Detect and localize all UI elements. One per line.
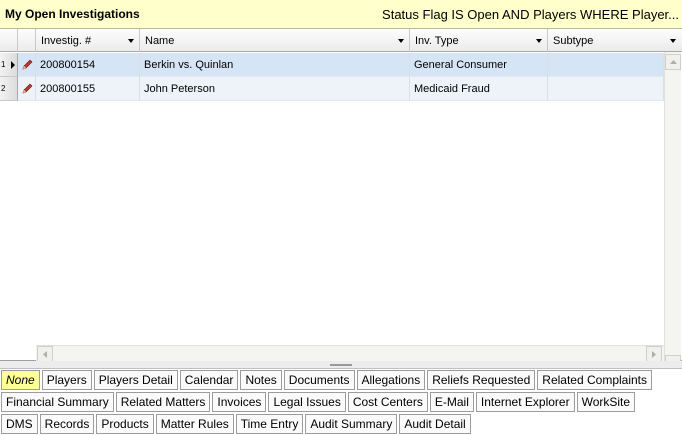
cell-name[interactable]: Berkin vs. Quinlan — [140, 53, 410, 77]
tab-row: Financial Summary Related Matters Invoices… — [1, 392, 682, 413]
table-row[interactable]: 1 200800154 Berkin vs. Quinlan General C… — [0, 53, 664, 77]
tab-related-matters[interactable]: Related Matters — [115, 392, 211, 412]
tab-worksite[interactable]: WorkSite — [576, 392, 636, 412]
tab-allegations[interactable]: Allegations — [356, 370, 426, 390]
tab-cost-centers[interactable]: Cost Centers — [347, 392, 428, 412]
grid-header: Investig. # Name Inv. Type Subtype — [0, 29, 682, 52]
chevron-down-icon[interactable] — [670, 39, 676, 43]
tab-related-complaints[interactable]: Related Complaints — [537, 370, 652, 390]
table-row[interactable]: 2 200800155 John Peterson Medicaid Fraud — [0, 77, 664, 101]
filter-description[interactable]: Status Flag IS Open AND Players WHERE Pl… — [382, 7, 679, 22]
row-number: 1 — [1, 60, 6, 69]
tab-reliefs-requested[interactable]: Reliefs Requested — [427, 370, 536, 390]
tab-row: None Players Players Detail Calendar Notes Do… — [1, 370, 682, 391]
row-selector[interactable]: 2 — [0, 77, 18, 101]
pencil-icon[interactable] — [18, 53, 36, 77]
chevron-down-icon[interactable] — [128, 39, 134, 43]
scroll-left-button[interactable] — [37, 346, 53, 362]
cell-investig-number[interactable]: 200800154 — [36, 53, 140, 77]
cell-name[interactable]: John Peterson — [140, 77, 410, 101]
tab-legal-issues[interactable]: Legal Issues — [268, 392, 346, 412]
tab-time-entry[interactable]: Time Entry — [235, 414, 304, 434]
row-selector[interactable]: 1 — [0, 53, 18, 77]
column-header-label: Investig. # — [41, 34, 92, 47]
detail-tabs: None Players Players Detail Calendar Notes Do… — [0, 369, 682, 435]
page-title: My Open Investigations — [5, 7, 140, 21]
cell-inv-type[interactable]: General Consumer — [410, 53, 548, 77]
chevron-right-icon — [652, 350, 656, 358]
horizontal-scrollbar[interactable] — [36, 345, 664, 362]
column-header-label: Inv. Type — [415, 34, 459, 47]
cell-subtype[interactable] — [548, 77, 664, 101]
chevron-down-icon[interactable] — [398, 39, 404, 43]
column-header-inv-type[interactable]: Inv. Type — [410, 29, 548, 52]
chevron-up-icon — [669, 60, 677, 64]
column-header-subtype[interactable]: Subtype — [548, 29, 681, 52]
investigations-grid: Investig. # Name Inv. Type Subtype 1 200… — [0, 29, 682, 374]
tab-dms[interactable]: DMS — [1, 414, 38, 434]
chevron-down-icon[interactable] — [536, 39, 542, 43]
tab-notes[interactable]: Notes — [240, 370, 282, 390]
tab-records[interactable]: Records — [39, 414, 95, 434]
tab-products[interactable]: Products — [96, 414, 154, 434]
column-header-name[interactable]: Name — [140, 29, 410, 52]
row-selector-header — [0, 29, 18, 52]
tab-audit-detail[interactable]: Audit Detail — [399, 414, 471, 434]
panel-splitter[interactable] — [0, 361, 682, 369]
cell-inv-type[interactable]: Medicaid Fraud — [410, 77, 548, 101]
column-header-investig-number[interactable]: Investig. # — [36, 29, 140, 52]
column-header-label: Name — [145, 34, 175, 47]
panel-title-bar: My Open Investigations Status Flag IS Op… — [0, 0, 682, 29]
tab-matter-rules[interactable]: Matter Rules — [155, 414, 234, 434]
vertical-scrollbar[interactable] — [664, 52, 681, 374]
row-pointer-icon — [11, 61, 15, 69]
tab-row: DMS Records Products Matter Rules Time Entry… — [1, 414, 682, 435]
chevron-left-icon — [43, 350, 47, 358]
scroll-right-button[interactable] — [646, 346, 662, 362]
tab-calendar[interactable]: Calendar — [179, 370, 239, 390]
tab-documents[interactable]: Documents — [283, 370, 355, 390]
splitter-grip-icon[interactable] — [330, 364, 352, 366]
tab-e-mail[interactable]: E-Mail — [429, 392, 474, 412]
tab-players[interactable]: Players — [41, 370, 92, 390]
tab-invoices[interactable]: Invoices — [212, 392, 267, 412]
cell-subtype[interactable] — [548, 53, 664, 77]
column-header-label: Subtype — [553, 34, 594, 47]
icon-column-header — [18, 29, 36, 52]
tab-internet-explorer[interactable]: Internet Explorer — [475, 392, 575, 412]
tab-audit-summary[interactable]: Audit Summary — [305, 414, 398, 434]
tab-none[interactable]: None — [1, 370, 40, 390]
row-number: 2 — [1, 84, 6, 93]
pencil-icon[interactable] — [18, 77, 36, 101]
scroll-up-button[interactable] — [665, 54, 681, 70]
cell-investig-number[interactable]: 200800155 — [36, 77, 140, 101]
tab-players-detail[interactable]: Players Detail — [93, 370, 178, 390]
tab-financial-summary[interactable]: Financial Summary — [1, 392, 114, 412]
